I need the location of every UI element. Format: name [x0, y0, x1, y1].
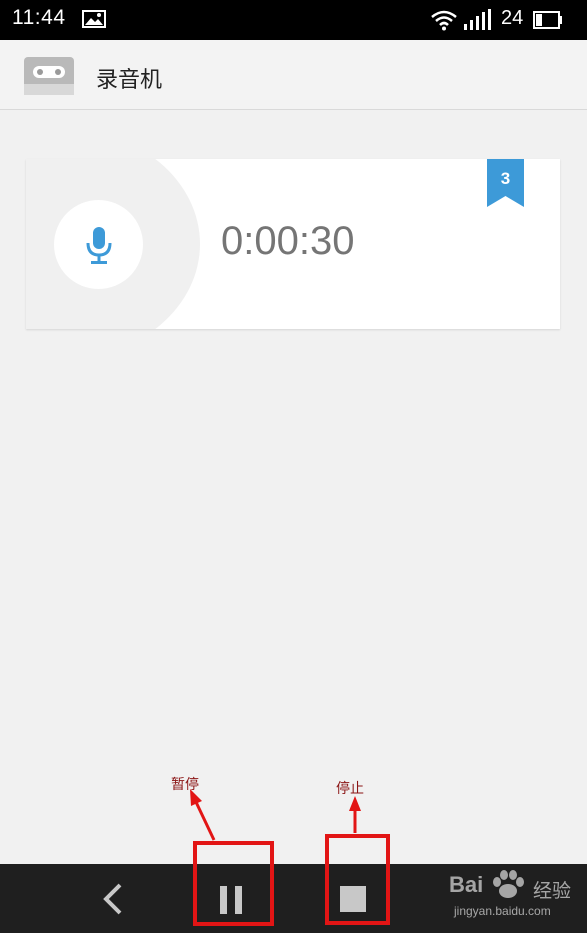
watermark-brand: Bai [449, 872, 484, 897]
paw-icon [493, 870, 524, 898]
watermark-jingyan: 经验 [533, 880, 572, 902]
pause-arrow [194, 801, 216, 841]
watermark-url: jingyan.baidu.com [454, 904, 551, 918]
stop-arrowhead [349, 796, 361, 811]
pause-arrowhead [190, 789, 202, 806]
annotation-arrows [190, 789, 361, 841]
